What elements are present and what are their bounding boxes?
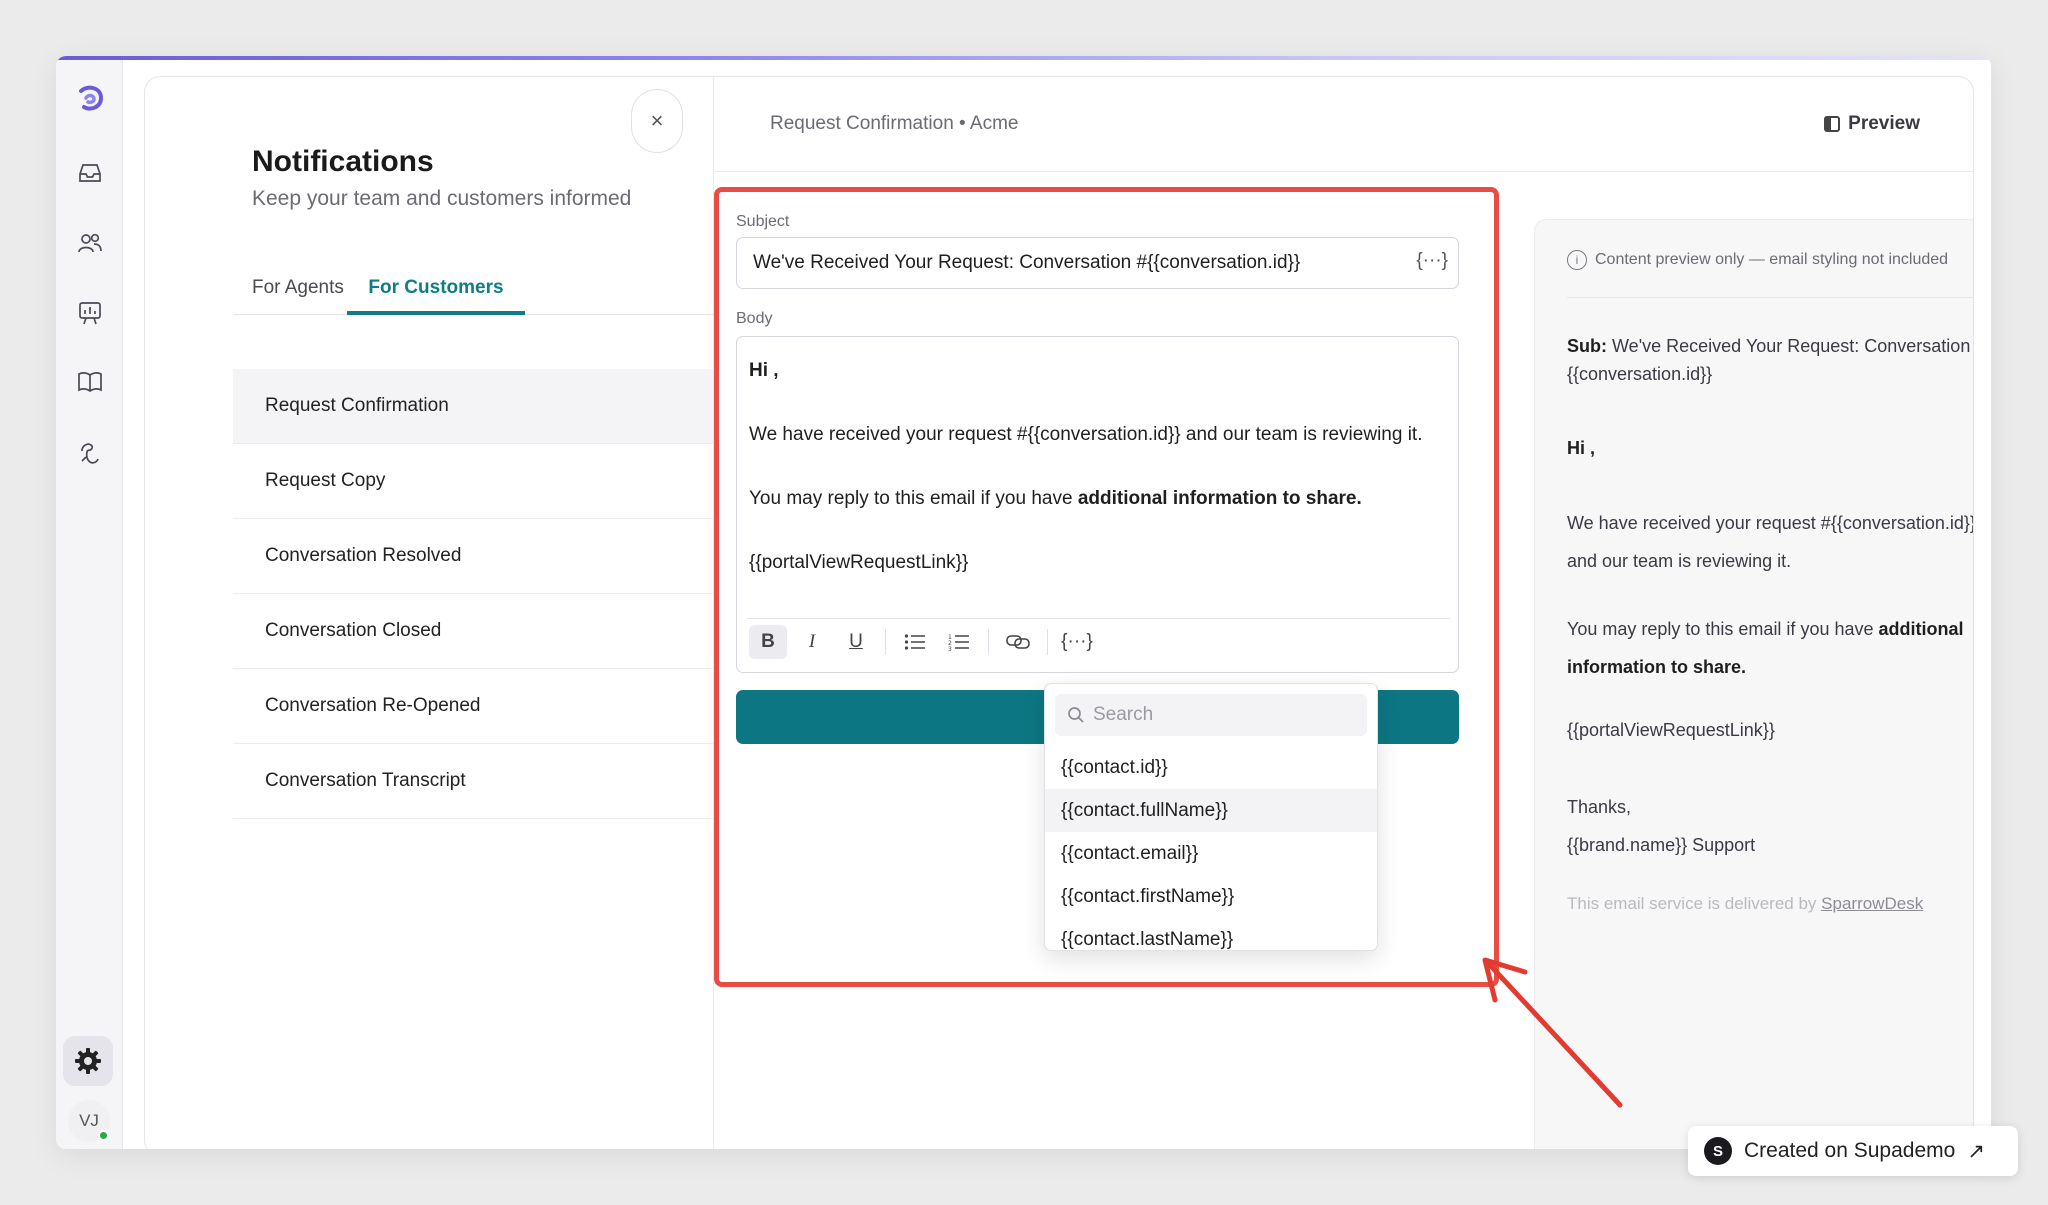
underline-icon[interactable]: U [837, 625, 875, 659]
toolbar-divider [988, 628, 989, 655]
preview-button-label: Preview [1848, 113, 1920, 134]
knowledge-base-icon[interactable] [70, 362, 110, 402]
svg-text:3: 3 [948, 646, 952, 651]
preview-subject: Sub: We've Received Your Request: Conver… [1567, 336, 1974, 384]
variable-icon[interactable]: {···} [1058, 625, 1096, 659]
settings-card: Notifications Keep your team and custome… [144, 76, 1974, 1149]
editor-title: Request Confirmation • Acme [770, 113, 1019, 134]
formatting-toolbar: B I U 123 {···} [747, 618, 1450, 664]
logo-icon[interactable] [70, 78, 110, 118]
search-input[interactable] [1093, 704, 1343, 726]
gear-icon [75, 1048, 101, 1074]
body-greeting: Hi , [749, 360, 779, 381]
supademo-badge-label: Created on Supademo [1744, 1139, 1956, 1162]
list-item-conversation-transcript[interactable]: Conversation Transcript [233, 744, 713, 819]
subject-value: We've Received Your Request: Conversatio… [753, 252, 1301, 273]
dropdown-option[interactable]: {{contact.email}} [1045, 832, 1377, 875]
italic-icon[interactable]: I [793, 625, 831, 659]
online-status-dot [98, 1130, 109, 1141]
body-editor[interactable]: Hi , We have received your request #{{co… [736, 336, 1459, 673]
body-label: Body [736, 310, 773, 327]
variable-dropdown: {{contact.id}} {{contact.fullName}} {{co… [1044, 683, 1378, 951]
preview-note-text: Content preview only — email styling not… [1595, 251, 1949, 268]
page-title: Notifications [252, 145, 434, 178]
notifications-panel: Notifications Keep your team and custome… [145, 77, 713, 1149]
body-line-1: We have received your request #{{convers… [749, 424, 1423, 445]
list-item-conversation-closed[interactable]: Conversation Closed [233, 594, 713, 669]
app-window: VJ Notifications Keep your team and cust… [56, 56, 1991, 1149]
subject-input[interactable]: We've Received Your Request: Conversatio… [736, 237, 1459, 289]
dropdown-option[interactable]: {{contact.fullName}} [1045, 789, 1377, 832]
list-item-conversation-resolved[interactable]: Conversation Resolved [233, 519, 713, 594]
settings-button[interactable] [63, 1036, 113, 1086]
audience-tabs: For Agents For Customers [233, 265, 713, 315]
red-arrow-annotation [1482, 957, 1623, 1108]
dropdown-option[interactable]: {{contact.firstName}} [1045, 875, 1377, 918]
toolbar-divider [885, 628, 886, 655]
dropdown-option[interactable]: {{contact.lastName}} [1045, 918, 1377, 950]
body-link-variable: {{portalViewRequestLink}} [749, 552, 969, 573]
external-link-icon: ↗ [1967, 1139, 1985, 1163]
bulleted-list-icon[interactable] [896, 625, 934, 659]
list-item-request-copy[interactable]: Request Copy [233, 444, 713, 519]
users-icon[interactable] [70, 223, 110, 263]
close-icon: × [650, 108, 664, 133]
automation-icon[interactable] [70, 433, 110, 473]
numbered-list-icon[interactable]: 123 [940, 625, 978, 659]
tab-for-agents[interactable]: For Agents [252, 265, 344, 315]
preview-button[interactable]: Preview [1824, 113, 1920, 135]
link-icon[interactable] [999, 625, 1037, 659]
inbox-icon[interactable] [70, 153, 110, 193]
preview-signature: {{brand.name}} Support [1567, 835, 1756, 855]
preview-line-1: We have received your request #{{convers… [1567, 513, 1974, 571]
dropdown-option[interactable]: {{contact.id}} [1045, 746, 1377, 789]
reports-icon[interactable] [70, 293, 110, 333]
body-line-2: You may reply to this email if you have … [749, 488, 1362, 509]
insert-variable-icon[interactable]: {···} [1416, 250, 1448, 272]
toolbar-divider [1047, 628, 1048, 655]
tab-for-customers[interactable]: For Customers [347, 265, 525, 315]
preview-content: Sub: We've Received Your Request: Conver… [1567, 332, 1974, 918]
supademo-badge[interactable]: S Created on Supademo ↗ [1688, 1126, 2018, 1176]
editor-header: Request Confirmation • Acme Preview [714, 77, 1973, 172]
divider [1567, 297, 1973, 298]
bold-icon[interactable]: B [749, 624, 787, 659]
preview-footer: This email service is delivered by Sparr… [1567, 894, 1924, 913]
notification-list: Request Confirmation Request Copy Conver… [233, 369, 713, 819]
top-gradient-bar [56, 56, 1991, 60]
subject-label: Subject [736, 213, 790, 230]
search-icon [1068, 707, 1084, 723]
preview-note: i Content preview only — email styling n… [1567, 250, 1948, 270]
list-item-conversation-reopened[interactable]: Conversation Re-Opened [233, 669, 713, 744]
template-editor-panel: Request Confirmation • Acme Preview Subj… [713, 77, 1974, 1149]
close-button[interactable]: × [631, 89, 683, 153]
supademo-logo-icon: S [1704, 1137, 1732, 1165]
preview-panel-icon [1824, 116, 1841, 132]
dropdown-search [1055, 694, 1367, 736]
preview-greeting: Hi , [1567, 438, 1596, 458]
preview-thanks: Thanks, [1567, 797, 1632, 817]
list-item-request-confirmation[interactable]: Request Confirmation [233, 369, 713, 444]
sparrowdesk-link[interactable]: SparrowDesk [1821, 894, 1923, 913]
page-subtitle: Keep your team and customers informed [252, 187, 632, 210]
preview-line-2: You may reply to this email if you have … [1567, 619, 1964, 677]
info-icon: i [1567, 250, 1587, 270]
preview-link-variable: {{portalViewRequestLink}} [1567, 720, 1775, 740]
icon-sidebar: VJ [56, 60, 123, 1149]
